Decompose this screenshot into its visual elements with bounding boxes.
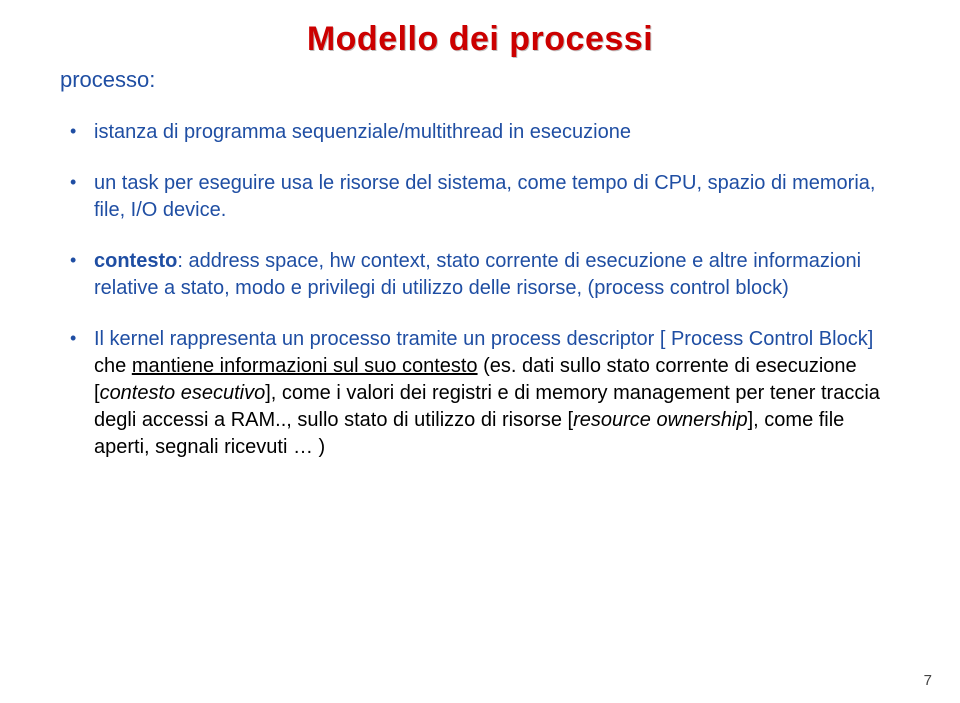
bullet-2-text: un task per eseguire usa le risorse del … [94,172,875,221]
bullet-2: un task per eseguire usa le risorse del … [60,170,900,224]
b4-p2: process descriptor [491,328,654,350]
b4-p4: Process Control Block [671,328,868,350]
bullet-1-text: istanza di programma sequenziale/multith… [94,121,631,143]
b4-p11: resource ownership [573,409,748,431]
b4-p3: [ [654,328,671,350]
bullet-3-term: contesto [94,250,177,272]
b4-p9: contesto esecutivo [100,382,266,404]
subheading-processo: processo: [60,67,900,93]
slide-title: Modello dei processi [60,20,900,59]
bullet-1: istanza di programma sequenziale/multith… [60,119,900,146]
title-text: Modello dei processi [307,20,653,58]
bullet-3-rest: : address space, hw context, stato corre… [94,250,861,299]
b4-p7: mantiene informazioni sul suo contesto [132,355,478,377]
page-number: 7 [924,672,932,689]
b4-p5: ] [868,328,874,350]
bullet-4: Il kernel rappresenta un processo tramit… [60,326,900,461]
bullet-list: istanza di programma sequenziale/multith… [60,119,900,461]
b4-p6: che [94,355,132,377]
bullet-3: contesto: address space, hw context, sta… [60,248,900,302]
b4-p1: Il kernel rappresenta un processo tramit… [94,328,491,350]
